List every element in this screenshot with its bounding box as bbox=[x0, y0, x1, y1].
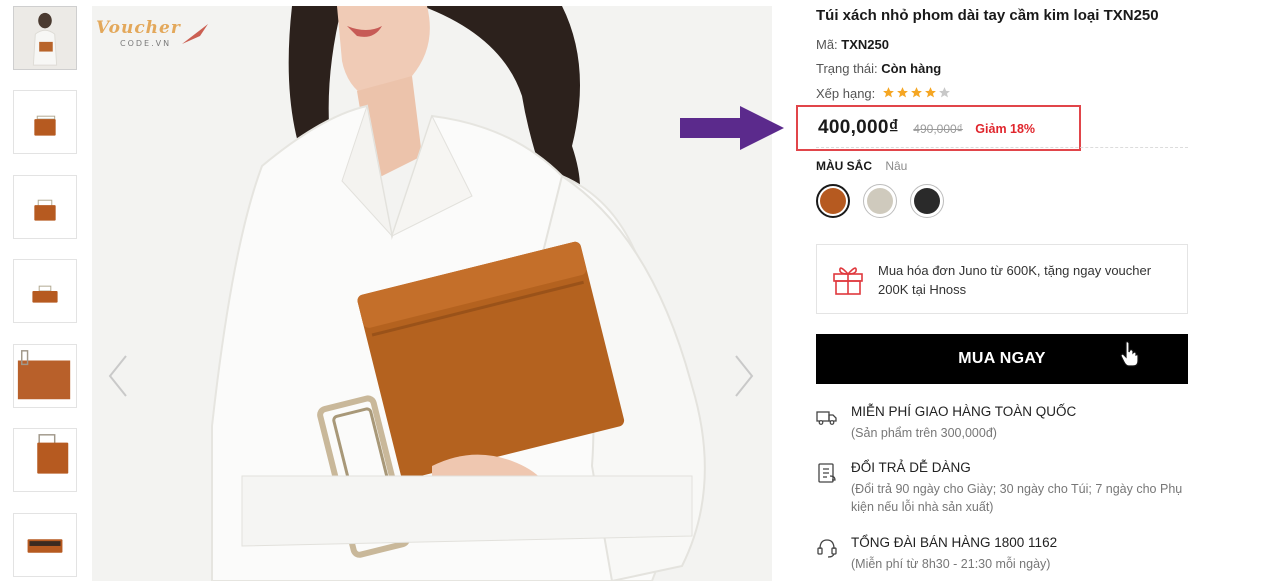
return-icon bbox=[818, 463, 836, 483]
product-code-row: Mã: TXN250 bbox=[816, 37, 889, 52]
color-label: MÀU SẮC bbox=[816, 159, 872, 173]
chevron-right-icon bbox=[735, 355, 754, 397]
annotation-arrow-icon bbox=[680, 106, 784, 150]
headset-icon bbox=[817, 539, 837, 558]
discount-badge: Giảm 18% bbox=[975, 122, 1036, 136]
thumbnail-bag-image bbox=[14, 91, 76, 153]
thumbnail-bag-image bbox=[14, 429, 76, 491]
feature-subtitle: (Miễn phí từ 8h30 - 21:30 mỗi ngày) bbox=[851, 557, 1051, 571]
color-swatch-fill bbox=[914, 188, 940, 214]
product-status-label: Trạng thái: bbox=[816, 61, 878, 76]
truck-icon bbox=[816, 411, 837, 425]
color-swatch[interactable] bbox=[816, 184, 850, 218]
feature-title: ĐỔI TRẢ DỄ DÀNG bbox=[851, 460, 971, 475]
thumbnail-3[interactable] bbox=[13, 175, 77, 239]
old-price: 490,000₫ bbox=[913, 122, 963, 136]
feature-title: MIỄN PHÍ GIAO HÀNG TOÀN QUỐC bbox=[851, 404, 1077, 419]
product-status-row: Trạng thái: Còn hàng bbox=[816, 61, 941, 76]
thumbnail-4[interactable] bbox=[13, 259, 77, 323]
selected-color: Nâu bbox=[885, 159, 908, 173]
product-main-image: Voucher CODE.VN bbox=[92, 6, 772, 581]
thumbnail-5[interactable] bbox=[13, 344, 77, 408]
promo-text: Mua hóa đơn Juno từ 600K, tặng ngay vouc… bbox=[878, 263, 1152, 297]
star-icon bbox=[910, 87, 922, 98]
thumbnail-7[interactable] bbox=[13, 513, 77, 577]
watermark-swoosh-icon bbox=[182, 24, 208, 44]
thumbnail-bag-image bbox=[14, 176, 76, 238]
buy-now-button[interactable]: MUA NGAY bbox=[816, 334, 1188, 384]
product-title: Túi xách nhỏ phom dài tay cầm kim loại T… bbox=[816, 7, 1159, 24]
watermark: Voucher CODE.VN bbox=[92, 18, 216, 58]
color-swatch-fill bbox=[820, 188, 846, 214]
color-swatch[interactable] bbox=[910, 184, 944, 218]
thumbnail-bag-image bbox=[14, 260, 76, 322]
thumbnail-6[interactable] bbox=[13, 428, 77, 492]
thumbnail-bag-open-image bbox=[14, 514, 76, 576]
feature-subtitle: (Sản phẩm trên 300,000đ) bbox=[851, 426, 997, 440]
feature-subtitle: (Đổi trả 90 ngày cho Giày; 30 ngày cho T… bbox=[851, 482, 1183, 514]
product-code: TXN250 bbox=[841, 37, 889, 52]
price-row: 400,000₫ 490,000₫ Giảm 18% bbox=[818, 117, 1035, 139]
thumbnail-1[interactable] bbox=[13, 6, 77, 70]
star-icon bbox=[896, 87, 908, 98]
color-swatch[interactable] bbox=[863, 184, 897, 218]
star-icon bbox=[924, 87, 936, 98]
gallery-next-button[interactable] bbox=[732, 354, 756, 398]
watermark-domain: CODE.VN bbox=[120, 39, 172, 48]
star-icon bbox=[882, 87, 894, 98]
gift-icon bbox=[833, 267, 863, 295]
color-swatches bbox=[816, 184, 956, 220]
model-holding-bag-photo bbox=[92, 6, 772, 581]
color-swatch-fill bbox=[867, 188, 893, 214]
thumbnail-bag-closeup-image bbox=[14, 345, 76, 407]
chevron-left-icon bbox=[108, 355, 127, 397]
divider bbox=[816, 147, 1188, 148]
promo-box: Mua hóa đơn Juno từ 600K, tặng ngay vouc… bbox=[816, 244, 1188, 314]
rating-stars bbox=[882, 86, 952, 102]
feature-title: TỔNG ĐÀI BÁN HÀNG 1800 1162 bbox=[851, 535, 1058, 550]
thumbnail-2[interactable] bbox=[13, 90, 77, 154]
product-status: Còn hàng bbox=[881, 61, 942, 76]
product-code-label: Mã: bbox=[816, 37, 838, 52]
star-icon bbox=[938, 87, 950, 98]
color-label-row: MÀU SẮC Nâu bbox=[816, 159, 907, 173]
product-rating-label: Xếp hạng: bbox=[816, 86, 876, 101]
current-price: 400,000₫ bbox=[818, 117, 899, 138]
watermark-brand: Voucher bbox=[96, 18, 181, 38]
product-rating-row: Xếp hạng: bbox=[816, 86, 952, 102]
gallery-prev-button[interactable] bbox=[106, 354, 130, 398]
thumbnail-model-image bbox=[14, 7, 76, 69]
